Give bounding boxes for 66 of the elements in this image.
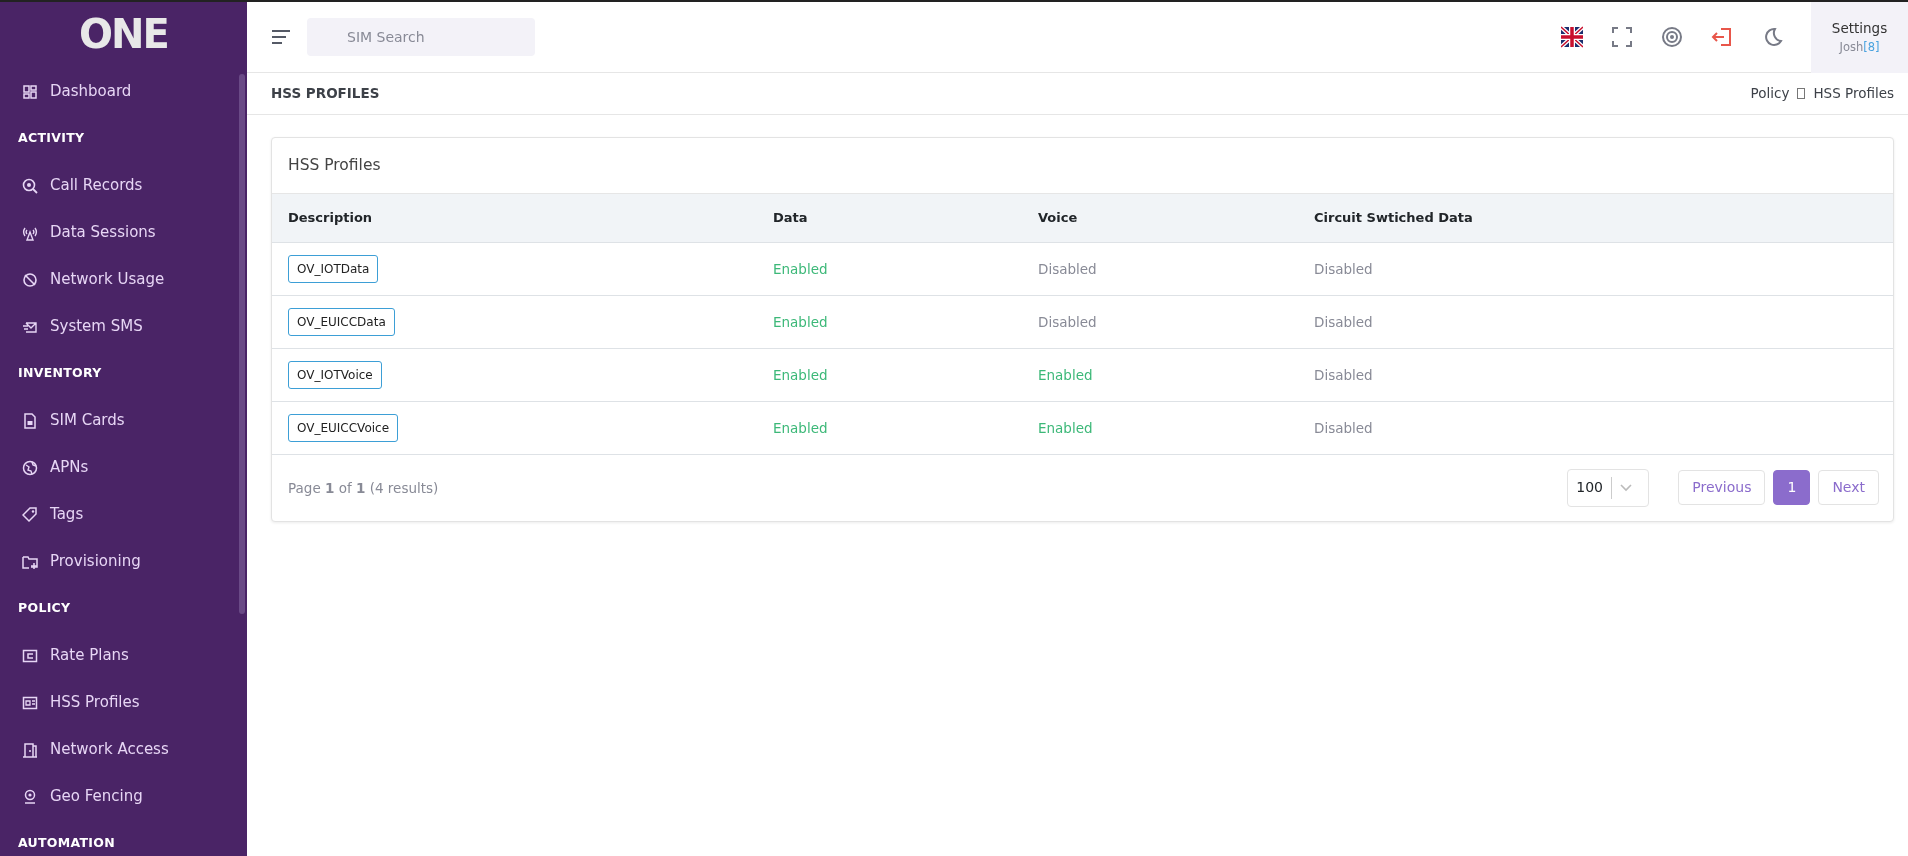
section-heading: INVENTORY bbox=[17, 364, 103, 383]
status-cell: Enabled bbox=[757, 295, 1022, 349]
column-header: Description bbox=[272, 193, 757, 243]
previous-button[interactable]: Previous bbox=[1678, 470, 1766, 506]
folder-icon bbox=[22, 553, 38, 570]
status-cell: Enabled bbox=[757, 348, 1022, 402]
target-icon[interactable] bbox=[1661, 26, 1683, 48]
sidebar-item[interactable]: Data Sessions bbox=[0, 209, 247, 256]
card-title: HSS Profiles bbox=[287, 155, 382, 176]
results-summary: Page 1 of 1 (4 results) bbox=[288, 478, 439, 498]
next-button[interactable]: Next bbox=[1818, 470, 1879, 506]
breadcrumb-item: HSS Profiles bbox=[1813, 84, 1894, 104]
sidebar-item[interactable]: HSS Profiles bbox=[0, 679, 247, 726]
logout-icon[interactable] bbox=[1711, 26, 1733, 48]
status-cell: Enabled bbox=[1022, 348, 1298, 402]
breadcrumb-item[interactable]: Policy bbox=[1750, 83, 1790, 104]
status-cell: Disabled bbox=[1298, 242, 1893, 296]
search-field[interactable]: SIM Search bbox=[307, 18, 535, 56]
sidebar-item[interactable]: SIM Cards bbox=[0, 397, 247, 444]
fullscreen-icon[interactable] bbox=[1611, 26, 1633, 48]
sidebar-item[interactable]: Network Usage bbox=[0, 256, 247, 303]
status-cell: Disabled bbox=[1022, 242, 1298, 296]
status-cell: Enabled bbox=[757, 242, 1022, 296]
profile-tag[interactable]: OV_IOTVoice bbox=[288, 360, 382, 389]
id-card-icon bbox=[22, 694, 38, 711]
column-header: Data bbox=[757, 193, 1022, 243]
door-icon bbox=[22, 741, 38, 758]
sidebar-item[interactable]: Tags bbox=[0, 491, 247, 538]
chevron-down-icon bbox=[1620, 483, 1632, 492]
section-heading: ACTIVITY bbox=[17, 129, 86, 148]
status-cell: Disabled bbox=[1298, 295, 1893, 349]
page-button[interactable]: 1 bbox=[1773, 470, 1811, 506]
flag-icon[interactable] bbox=[1561, 26, 1583, 48]
status-cell: Disabled bbox=[1298, 401, 1893, 455]
status-cell: Disabled bbox=[1022, 295, 1298, 349]
sidebar-item[interactable]: APNs bbox=[0, 444, 247, 491]
profile-tag[interactable]: OV_IOTData bbox=[288, 254, 379, 283]
status-cell: Enabled bbox=[757, 401, 1022, 455]
status-cell: Enabled bbox=[1022, 401, 1298, 455]
settings-menu[interactable]: Settings Josh[8] bbox=[1811, 1, 1908, 73]
column-header: Voice bbox=[1022, 193, 1298, 243]
status-cell: Disabled bbox=[1298, 348, 1893, 402]
sidebar-item[interactable]: Provisioning bbox=[0, 538, 247, 585]
sidebar-item[interactable]: Dashboard bbox=[0, 68, 247, 115]
sidebar-item[interactable]: Call Records bbox=[0, 162, 247, 209]
section-heading: AUTOMATION bbox=[17, 834, 116, 853]
sidebar-item[interactable]: Network Access bbox=[0, 726, 247, 773]
page-size-select[interactable]: 100 bbox=[1567, 468, 1650, 507]
sidebar-item[interactable]: Geo Fencing bbox=[0, 773, 247, 820]
column-header: Circuit Swtiched Data bbox=[1298, 193, 1893, 243]
search-icon bbox=[22, 177, 38, 194]
scrollbar[interactable] bbox=[239, 74, 245, 614]
sidebar-item[interactable]: System SMS bbox=[0, 303, 247, 350]
profile-tag[interactable]: OV_EUICCData bbox=[288, 307, 395, 336]
menu-icon[interactable] bbox=[271, 30, 291, 44]
wallet-icon bbox=[22, 647, 38, 664]
sidebar-item[interactable]: Rate Plans bbox=[0, 632, 247, 679]
separator-icon bbox=[1797, 88, 1806, 99]
logo: ONE bbox=[78, 10, 169, 59]
tag-icon bbox=[22, 506, 38, 523]
page-title: HSS PROFILES bbox=[271, 84, 380, 104]
sim-card-icon bbox=[22, 412, 38, 429]
dashboard-icon bbox=[22, 83, 38, 100]
profile-tag[interactable]: OV_EUICCVoice bbox=[288, 413, 399, 442]
section-heading: POLICY bbox=[17, 599, 72, 618]
location-pin-icon bbox=[22, 788, 38, 805]
